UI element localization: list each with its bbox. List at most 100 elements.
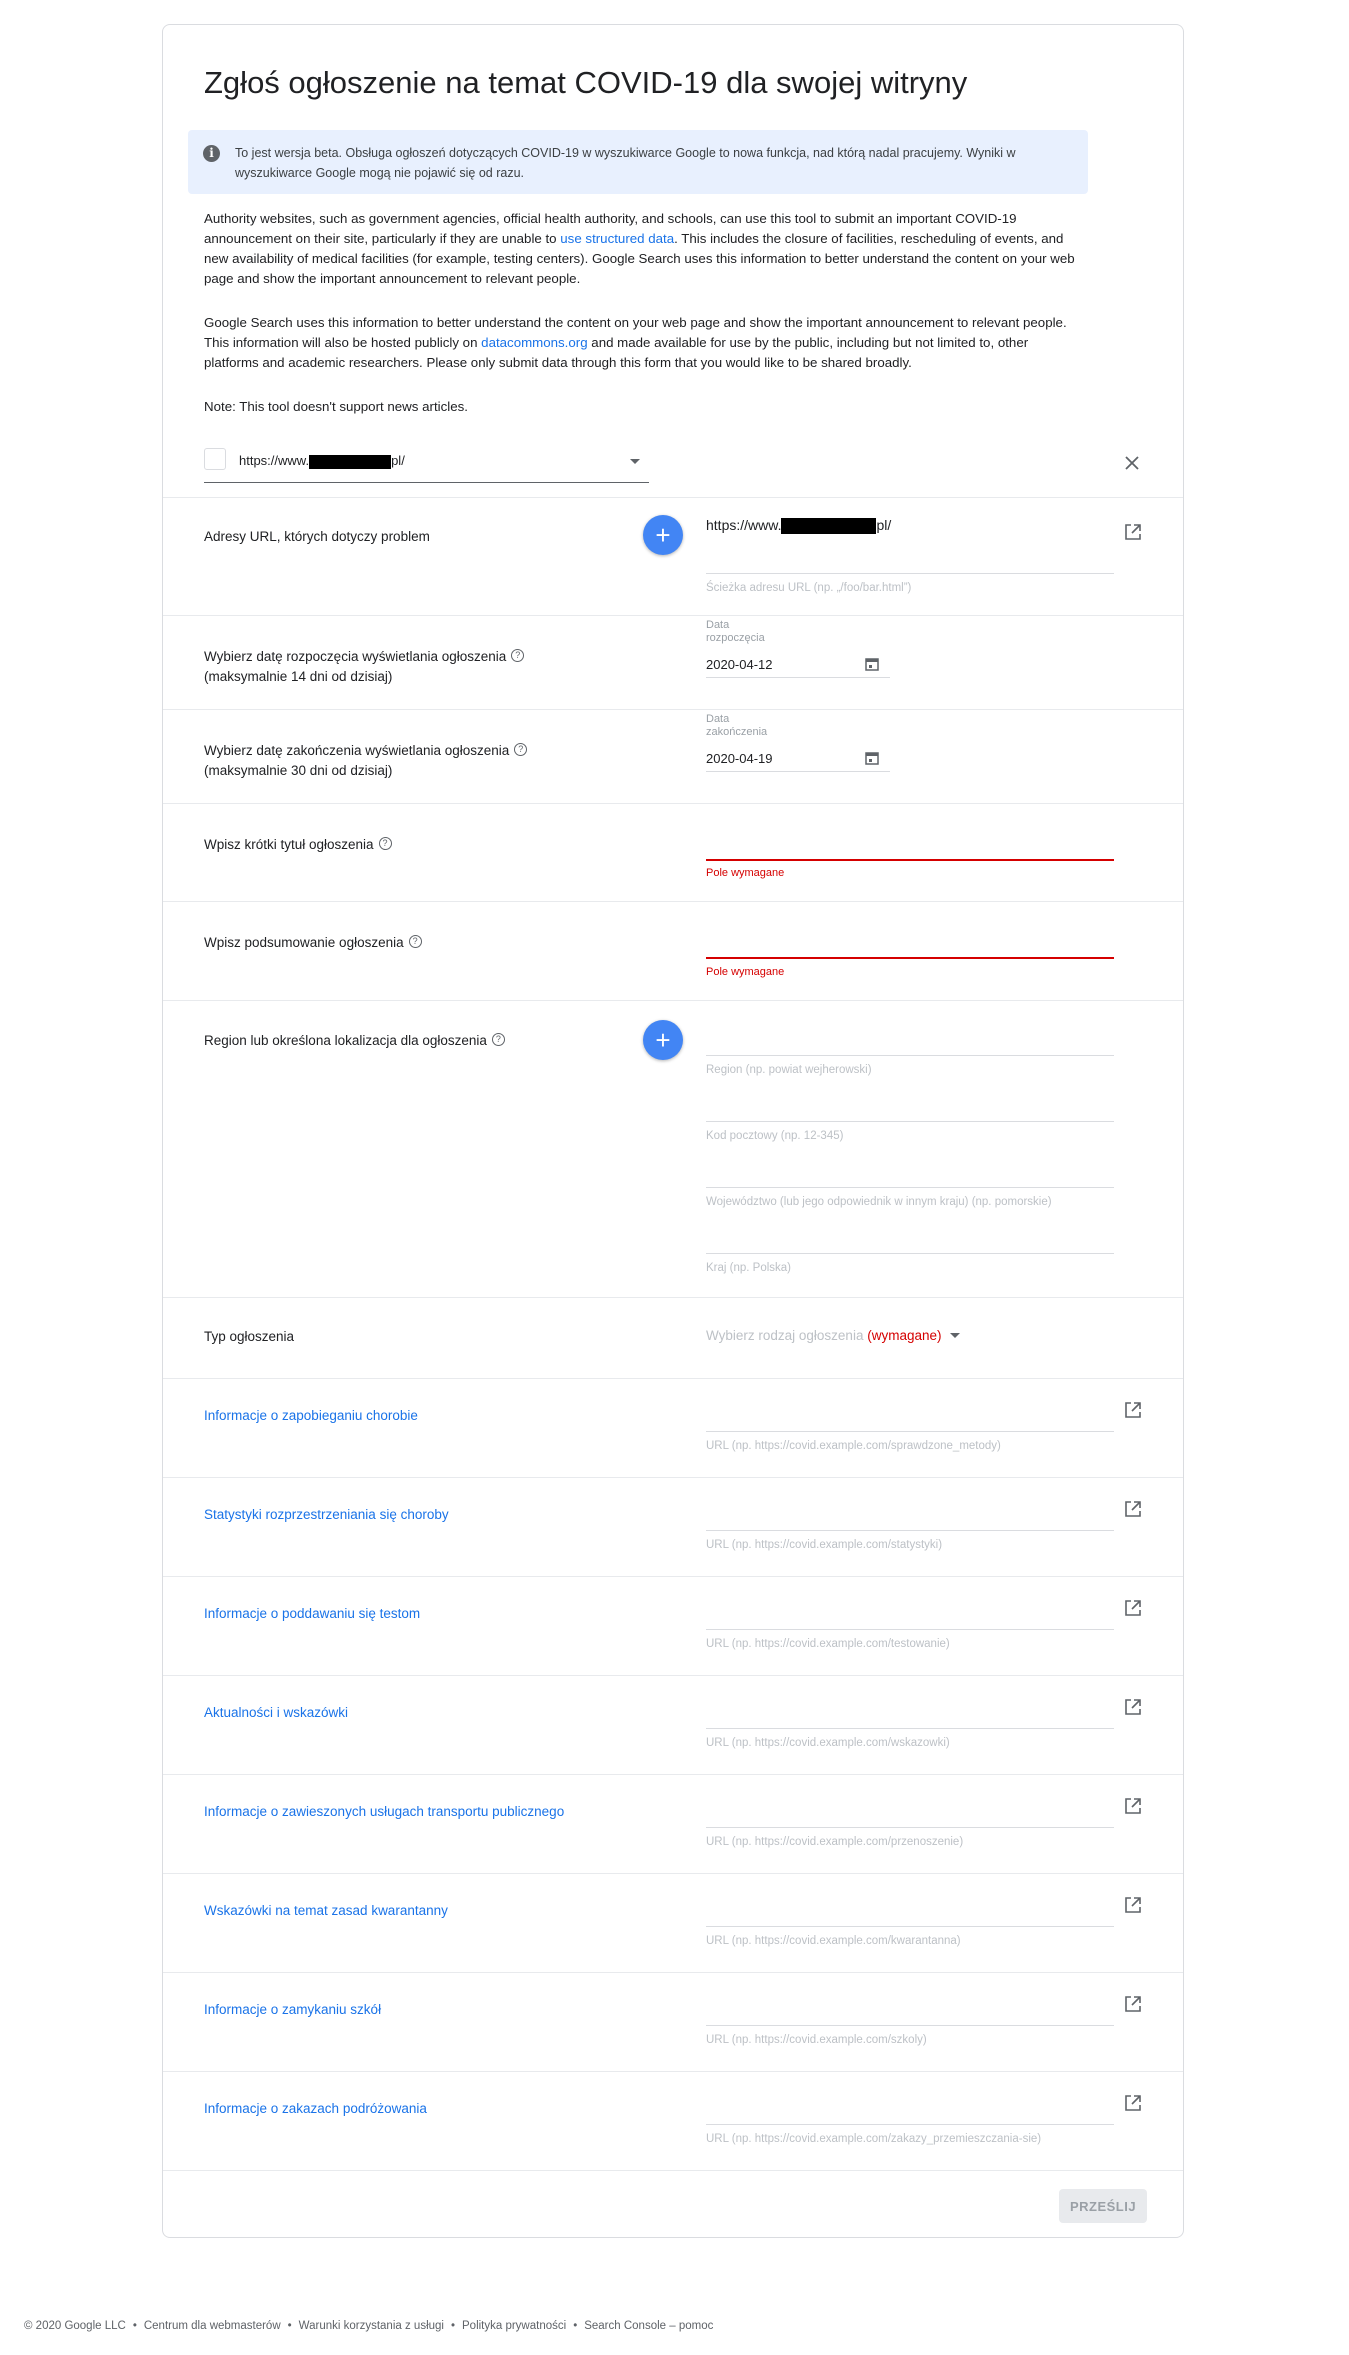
footer: © 2020 Google LLC • Centrum dla webmasteró… (24, 2320, 714, 2332)
redacted-block (781, 518, 877, 535)
divider (163, 1774, 1183, 1775)
intro-paragraph-1: Authority websites, such as government a… (204, 209, 1084, 289)
divider (163, 1972, 1183, 1973)
link-row-label[interactable]: Informacje o zapobieganiu chorobie (204, 1406, 418, 1426)
footer-copyright: © 2020 Google LLC (24, 2320, 126, 2332)
intro-note: Note: This tool doesn't support news art… (204, 399, 468, 414)
site-selector[interactable]: https://www. pl/ (204, 448, 649, 508)
link-url-input[interactable] (706, 2025, 1114, 2026)
page-title: Zgłoś ogłoszenie na temat COVID-19 dla s… (204, 65, 968, 100)
add-icon: + (655, 520, 671, 550)
link-url-input[interactable] (706, 1530, 1114, 1531)
announcement-type-select[interactable]: Wybierz rodzaj ogłoszenia (wymagane) (706, 1328, 960, 1343)
site-favicon (204, 448, 226, 470)
open-in-new-icon[interactable] (1123, 1895, 1143, 1915)
link-url-hint: URL (np. https://covid.example.com/wskaz… (706, 1737, 950, 1749)
link-row-label[interactable]: Aktualności i wskazówki (204, 1703, 348, 1723)
open-in-new-icon[interactable] (1123, 522, 1143, 542)
help-icon[interactable]: ? (511, 649, 525, 662)
link-row-label[interactable]: Informacje o zamykaniu szkół (204, 2000, 381, 2020)
calendar-icon[interactable] (864, 656, 880, 672)
divider (163, 2071, 1183, 2072)
short-title-input[interactable] (706, 859, 1114, 861)
url-path-hint: Ścieżka adresu URL (np. „/foo/bar.html”) (706, 582, 912, 594)
postal-code-input[interactable] (706, 1121, 1114, 1122)
beta-notice: i To jest wersja beta. Obsługa ogłoszeń … (188, 130, 1088, 194)
province-input[interactable] (706, 1187, 1114, 1188)
end-date-label: Wybierz datę zakończenia wyświetlania og… (204, 741, 528, 781)
calendar-icon[interactable] (864, 750, 880, 766)
divider (163, 1675, 1183, 1676)
link-url-hint: URL (np. https://covid.example.com/testo… (706, 1638, 950, 1650)
province-hint: Województwo (lub jego odpowiednik w inny… (706, 1196, 1052, 1208)
end-date-underline (706, 771, 890, 772)
start-date-input[interactable]: 2020-04-12 (706, 657, 773, 672)
announcement-type-label: Typ ogłoszenia (204, 1329, 295, 1344)
help-icon[interactable]: ? (378, 837, 392, 850)
link-url-hint: URL (np. https://covid.example.com/staty… (706, 1539, 943, 1551)
open-in-new-icon[interactable] (1123, 2093, 1143, 2113)
postal-code-hint: Kod pocztowy (np. 12-345) (706, 1130, 844, 1142)
link-url-hint: URL (np. https://covid.example.com/zakaz… (706, 2133, 1042, 2145)
divider (163, 1297, 1183, 1298)
intro-paragraph-2: Google Search uses this information to b… (204, 313, 1084, 373)
link-url-hint: URL (np. https://covid.example.com/przen… (706, 1836, 964, 1848)
link-url-hint: URL (np. https://covid.example.com/spraw… (706, 1440, 1001, 1452)
open-in-new-icon[interactable] (1123, 1796, 1143, 1816)
short-title-error: Pole wymagane (706, 867, 785, 879)
footer-link-help[interactable]: Search Console – pomoc (584, 2320, 713, 2332)
link-row-label[interactable]: Informacje o zakazach podróżowania (204, 2099, 427, 2119)
divider (163, 1576, 1183, 1577)
footer-link-terms[interactable]: Warunki korzystania z usługi (299, 2320, 444, 2332)
summary-input[interactable] (706, 957, 1114, 959)
link-row-label[interactable]: Informacje o zawieszonych usługach trans… (204, 1802, 564, 1822)
submit-button[interactable]: PRZEŚLIJ (1059, 2189, 1147, 2223)
footer-link-privacy[interactable]: Polityka prywatności (462, 2320, 566, 2332)
divider (163, 2170, 1183, 2171)
summary-error: Pole wymagane (706, 966, 785, 978)
close-icon[interactable] (1122, 453, 1142, 473)
end-date-field-label: Data zakończenia (706, 713, 768, 738)
help-icon[interactable]: ? (491, 1033, 505, 1046)
open-in-new-icon[interactable] (1123, 1598, 1143, 1618)
link-url-input[interactable] (706, 1827, 1114, 1828)
add-location-button[interactable]: + (643, 1020, 683, 1060)
summary-label: Wpisz podsumowanie ogłoszenia? (204, 933, 422, 953)
datacommons-link[interactable]: datacommons.org (481, 335, 587, 350)
link-row-label[interactable]: Informacje o poddawaniu się testom (204, 1604, 420, 1624)
url-path-input[interactable] (706, 573, 1114, 574)
start-date-field-label: Data rozpoczęcia (706, 619, 765, 644)
link-url-input[interactable] (706, 1629, 1114, 1630)
add-url-button[interactable]: + (643, 515, 683, 555)
open-in-new-icon[interactable] (1123, 1499, 1143, 1519)
start-date-underline (706, 677, 890, 678)
link-url-input[interactable] (706, 2124, 1114, 2125)
divider (163, 497, 1183, 498)
country-input[interactable] (706, 1253, 1114, 1254)
redacted-block (309, 454, 392, 469)
footer-link-webmasters[interactable]: Centrum dla webmasterów (144, 2320, 281, 2332)
open-in-new-icon[interactable] (1123, 1400, 1143, 1420)
report-card: Zgłoś ogłoszenie na temat COVID-19 dla s… (162, 24, 1184, 2238)
region-input[interactable] (706, 1055, 1114, 1056)
help-icon[interactable]: ? (514, 743, 528, 756)
short-title-label: Wpisz krótki tytuł ogłoszenia? (204, 835, 392, 855)
urls-label: Adresy URL, których dotyczy problem (204, 529, 430, 544)
link-row-label[interactable]: Statystyki rozprzestrzeniania się chorob… (204, 1505, 449, 1525)
open-in-new-icon[interactable] (1123, 1697, 1143, 1717)
link-url-input[interactable] (706, 1728, 1114, 1729)
beta-notice-text: To jest wersja beta. Obsługa ogłoszeń do… (235, 146, 1016, 180)
help-icon[interactable]: ? (408, 935, 422, 948)
end-date-input[interactable]: 2020-04-19 (706, 751, 773, 766)
add-icon: + (655, 1025, 671, 1055)
link-url-input[interactable] (706, 1926, 1114, 1927)
link-url-hint: URL (np. https://covid.example.com/kwara… (706, 1935, 961, 1947)
structured-data-link[interactable]: use structured data (560, 231, 674, 246)
region-hint: Region (np. powiat wejherowski) (706, 1064, 872, 1076)
location-label: Region lub określona lokalizacja dla ogł… (204, 1031, 505, 1051)
divider (163, 1477, 1183, 1478)
open-in-new-icon[interactable] (1123, 1994, 1143, 2014)
divider (163, 709, 1183, 710)
link-url-input[interactable] (706, 1431, 1114, 1432)
link-row-label[interactable]: Wskazówki na temat zasad kwarantanny (204, 1901, 448, 1921)
